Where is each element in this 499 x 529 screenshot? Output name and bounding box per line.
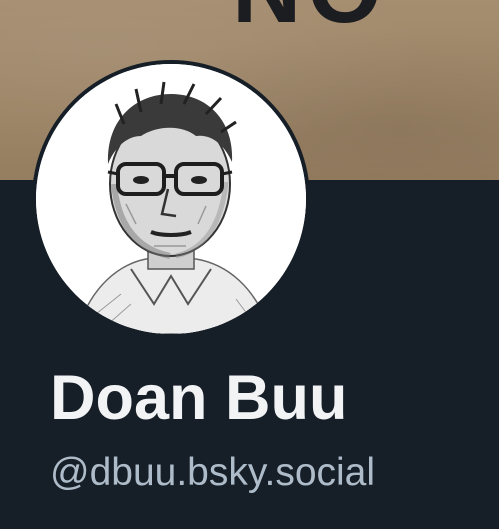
display-name: Doan Buu: [50, 363, 348, 433]
user-handle: @dbuu.bsky.social: [50, 451, 376, 494]
avatar-sketch-icon: [36, 64, 306, 334]
avatar[interactable]: [36, 64, 306, 334]
banner-text: NO: [232, 0, 388, 38]
